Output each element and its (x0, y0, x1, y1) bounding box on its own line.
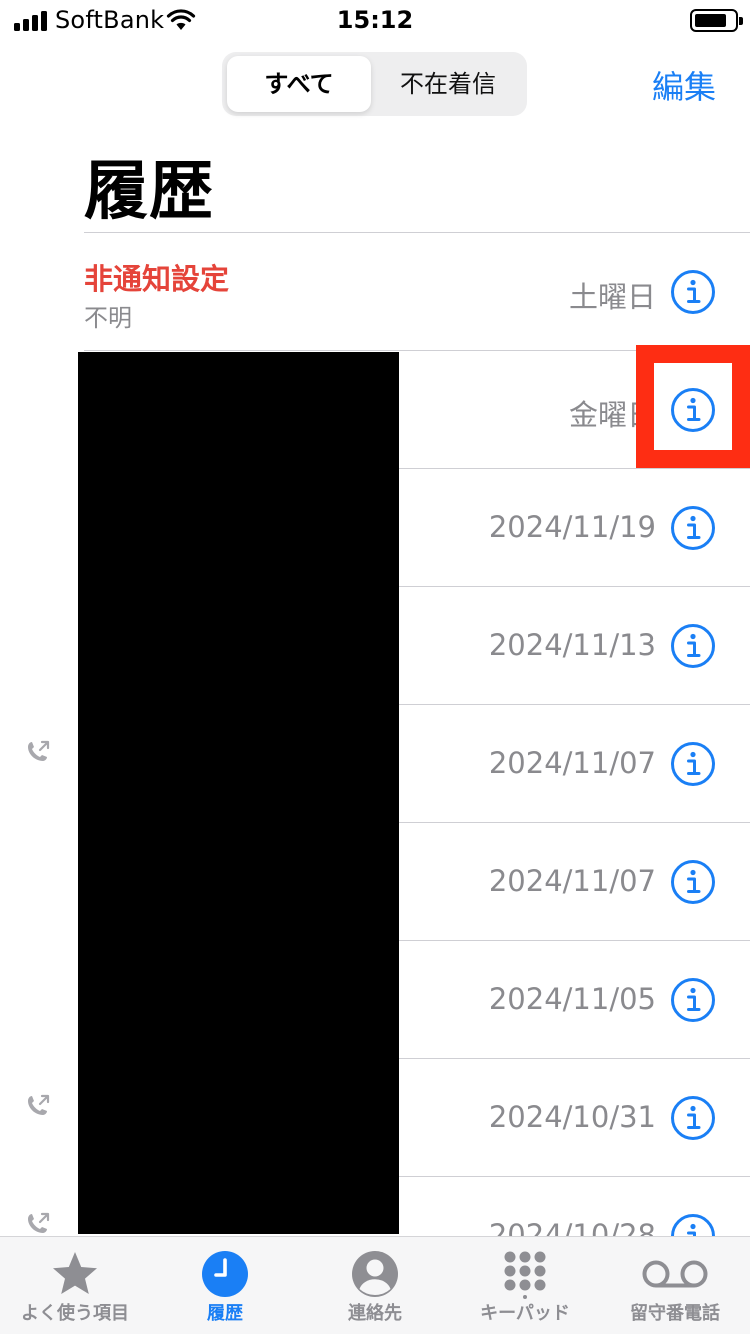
info-icon[interactable] (670, 1095, 716, 1141)
tab-voicemail[interactable]: 留守番電話 (600, 1237, 750, 1334)
tab-keypad[interactable]: キーパッド (450, 1237, 600, 1334)
tab-label-recents: 履歴 (207, 1303, 243, 1324)
tab-label-favorites: よく使う項目 (21, 1303, 129, 1324)
call-date: 2024/11/07 (488, 864, 656, 898)
call-date: 2024/11/05 (488, 982, 656, 1016)
clock-icon (202, 1251, 248, 1297)
segment-all[interactable]: すべて (227, 56, 371, 112)
call-filter-segmented-control: すべて 不在着信 (222, 52, 527, 116)
outgoing-call-icon (24, 1092, 52, 1120)
call-date: 2024/10/31 (488, 1100, 656, 1134)
call-date: 2024/11/19 (488, 510, 656, 544)
highlight-box (636, 345, 750, 468)
segment-missed[interactable]: 不在着信 (374, 56, 522, 112)
page-title: 履歴 (84, 155, 214, 229)
tab-contacts[interactable]: 連絡先 (300, 1237, 450, 1334)
call-date: 土曜日 (568, 280, 656, 314)
tab-label-contacts: 連絡先 (348, 1303, 402, 1324)
battery-icon (690, 9, 743, 32)
outgoing-call-icon (24, 1210, 52, 1238)
call-date: 2024/11/07 (488, 746, 656, 780)
star-icon (53, 1252, 97, 1294)
row-separator (84, 232, 750, 233)
tab-label-keypad: キーパッド (480, 1303, 570, 1324)
info-icon[interactable] (670, 977, 716, 1023)
call-row[interactable]: 非通知設定不明 土曜日 (0, 232, 750, 350)
call-date: 2024/11/13 (488, 628, 656, 662)
voicemail-icon (642, 1260, 708, 1288)
redaction-block (78, 352, 399, 1234)
caller-name: 非通知設定 (84, 262, 230, 296)
tab-label-voicemail: 留守番電話 (630, 1303, 720, 1324)
status-bar: SoftBank 15:12 (0, 0, 750, 44)
info-icon[interactable] (670, 859, 716, 905)
tab-bar: よく使う項目 履歴 連絡先 キーパッド 留守番電話 (0, 1236, 750, 1334)
clock-time: 15:12 (336, 6, 414, 34)
edit-button[interactable]: 編集 (652, 62, 716, 108)
info-icon[interactable] (670, 741, 716, 787)
keypad-icon (504, 1251, 546, 1299)
caller-subtitle: 不明 (84, 304, 132, 332)
info-icon[interactable] (670, 269, 716, 315)
person-icon (352, 1251, 398, 1297)
tab-recents[interactable]: 履歴 (150, 1237, 300, 1334)
outgoing-call-icon (24, 738, 52, 766)
info-icon[interactable] (670, 505, 716, 551)
tab-favorites[interactable]: よく使う項目 (0, 1237, 150, 1334)
info-icon[interactable] (670, 623, 716, 669)
